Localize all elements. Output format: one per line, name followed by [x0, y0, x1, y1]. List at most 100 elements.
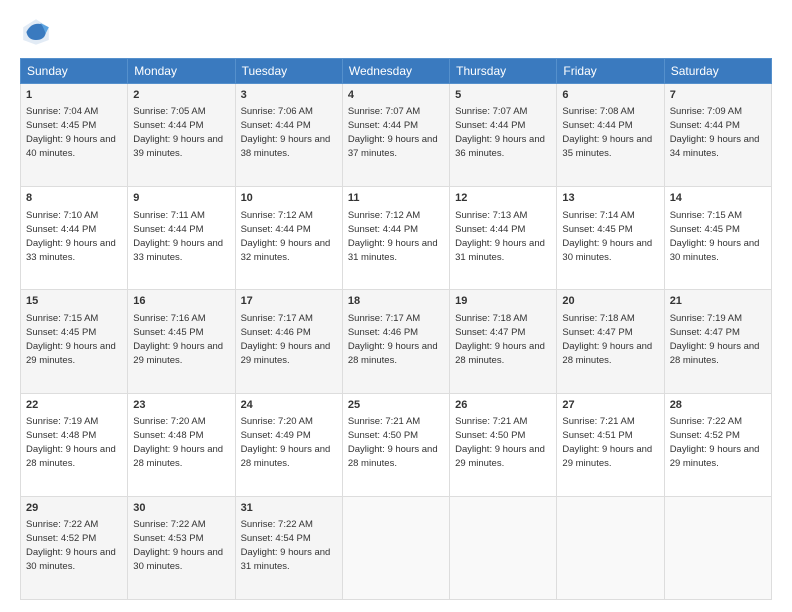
calendar-header-wednesday: Wednesday — [342, 59, 449, 84]
day-info: Sunrise: 7:07 AMSunset: 4:44 PMDaylight:… — [455, 106, 545, 159]
calendar-cell: 30 Sunrise: 7:22 AMSunset: 4:53 PMDaylig… — [128, 496, 235, 599]
day-number: 4 — [348, 88, 444, 103]
day-info: Sunrise: 7:21 AMSunset: 4:50 PMDaylight:… — [348, 416, 438, 469]
day-info: Sunrise: 7:12 AMSunset: 4:44 PMDaylight:… — [241, 210, 331, 263]
day-number: 20 — [562, 294, 658, 309]
calendar-cell — [342, 496, 449, 599]
calendar-cell: 13 Sunrise: 7:14 AMSunset: 4:45 PMDaylig… — [557, 187, 664, 290]
day-number: 15 — [26, 294, 122, 309]
day-number: 1 — [26, 88, 122, 103]
day-info: Sunrise: 7:19 AMSunset: 4:47 PMDaylight:… — [670, 313, 760, 366]
day-info: Sunrise: 7:21 AMSunset: 4:50 PMDaylight:… — [455, 416, 545, 469]
day-info: Sunrise: 7:22 AMSunset: 4:52 PMDaylight:… — [670, 416, 760, 469]
calendar-header-friday: Friday — [557, 59, 664, 84]
day-info: Sunrise: 7:12 AMSunset: 4:44 PMDaylight:… — [348, 210, 438, 263]
day-info: Sunrise: 7:22 AMSunset: 4:54 PMDaylight:… — [241, 519, 331, 572]
day-info: Sunrise: 7:09 AMSunset: 4:44 PMDaylight:… — [670, 106, 760, 159]
header — [20, 16, 772, 48]
day-number: 21 — [670, 294, 766, 309]
calendar-header-row: SundayMondayTuesdayWednesdayThursdayFrid… — [21, 59, 772, 84]
day-info: Sunrise: 7:05 AMSunset: 4:44 PMDaylight:… — [133, 106, 223, 159]
day-number: 14 — [670, 191, 766, 206]
calendar-cell: 6 Sunrise: 7:08 AMSunset: 4:44 PMDayligh… — [557, 84, 664, 187]
calendar-cell — [664, 496, 771, 599]
calendar-cell: 7 Sunrise: 7:09 AMSunset: 4:44 PMDayligh… — [664, 84, 771, 187]
calendar-cell: 27 Sunrise: 7:21 AMSunset: 4:51 PMDaylig… — [557, 393, 664, 496]
day-info: Sunrise: 7:20 AMSunset: 4:48 PMDaylight:… — [133, 416, 223, 469]
page: SundayMondayTuesdayWednesdayThursdayFrid… — [0, 0, 792, 612]
day-info: Sunrise: 7:11 AMSunset: 4:44 PMDaylight:… — [133, 210, 223, 263]
day-number: 8 — [26, 191, 122, 206]
calendar-cell: 3 Sunrise: 7:06 AMSunset: 4:44 PMDayligh… — [235, 84, 342, 187]
day-number: 17 — [241, 294, 337, 309]
day-info: Sunrise: 7:19 AMSunset: 4:48 PMDaylight:… — [26, 416, 116, 469]
day-number: 30 — [133, 501, 229, 516]
day-number: 19 — [455, 294, 551, 309]
calendar-week-row: 15 Sunrise: 7:15 AMSunset: 4:45 PMDaylig… — [21, 290, 772, 393]
calendar-cell: 20 Sunrise: 7:18 AMSunset: 4:47 PMDaylig… — [557, 290, 664, 393]
day-info: Sunrise: 7:16 AMSunset: 4:45 PMDaylight:… — [133, 313, 223, 366]
calendar-cell: 18 Sunrise: 7:17 AMSunset: 4:46 PMDaylig… — [342, 290, 449, 393]
calendar-cell: 9 Sunrise: 7:11 AMSunset: 4:44 PMDayligh… — [128, 187, 235, 290]
calendar-cell: 1 Sunrise: 7:04 AMSunset: 4:45 PMDayligh… — [21, 84, 128, 187]
day-number: 18 — [348, 294, 444, 309]
day-number: 10 — [241, 191, 337, 206]
calendar-cell: 23 Sunrise: 7:20 AMSunset: 4:48 PMDaylig… — [128, 393, 235, 496]
calendar-cell: 31 Sunrise: 7:22 AMSunset: 4:54 PMDaylig… — [235, 496, 342, 599]
day-info: Sunrise: 7:04 AMSunset: 4:45 PMDaylight:… — [26, 106, 116, 159]
day-info: Sunrise: 7:17 AMSunset: 4:46 PMDaylight:… — [241, 313, 331, 366]
calendar-week-row: 8 Sunrise: 7:10 AMSunset: 4:44 PMDayligh… — [21, 187, 772, 290]
calendar-header-tuesday: Tuesday — [235, 59, 342, 84]
day-info: Sunrise: 7:15 AMSunset: 4:45 PMDaylight:… — [26, 313, 116, 366]
day-number: 13 — [562, 191, 658, 206]
day-number: 31 — [241, 501, 337, 516]
calendar-cell: 8 Sunrise: 7:10 AMSunset: 4:44 PMDayligh… — [21, 187, 128, 290]
day-number: 27 — [562, 398, 658, 413]
logo — [20, 16, 56, 48]
day-number: 11 — [348, 191, 444, 206]
day-info: Sunrise: 7:14 AMSunset: 4:45 PMDaylight:… — [562, 210, 652, 263]
calendar-cell — [450, 496, 557, 599]
day-number: 23 — [133, 398, 229, 413]
day-number: 24 — [241, 398, 337, 413]
day-info: Sunrise: 7:21 AMSunset: 4:51 PMDaylight:… — [562, 416, 652, 469]
day-number: 12 — [455, 191, 551, 206]
day-number: 29 — [26, 501, 122, 516]
calendar-cell: 26 Sunrise: 7:21 AMSunset: 4:50 PMDaylig… — [450, 393, 557, 496]
day-info: Sunrise: 7:22 AMSunset: 4:53 PMDaylight:… — [133, 519, 223, 572]
calendar-cell: 4 Sunrise: 7:07 AMSunset: 4:44 PMDayligh… — [342, 84, 449, 187]
calendar-cell: 24 Sunrise: 7:20 AMSunset: 4:49 PMDaylig… — [235, 393, 342, 496]
calendar-cell: 17 Sunrise: 7:17 AMSunset: 4:46 PMDaylig… — [235, 290, 342, 393]
calendar-cell: 15 Sunrise: 7:15 AMSunset: 4:45 PMDaylig… — [21, 290, 128, 393]
day-info: Sunrise: 7:13 AMSunset: 4:44 PMDaylight:… — [455, 210, 545, 263]
day-number: 6 — [562, 88, 658, 103]
calendar-cell: 29 Sunrise: 7:22 AMSunset: 4:52 PMDaylig… — [21, 496, 128, 599]
calendar-cell: 12 Sunrise: 7:13 AMSunset: 4:44 PMDaylig… — [450, 187, 557, 290]
day-info: Sunrise: 7:15 AMSunset: 4:45 PMDaylight:… — [670, 210, 760, 263]
day-info: Sunrise: 7:06 AMSunset: 4:44 PMDaylight:… — [241, 106, 331, 159]
day-number: 9 — [133, 191, 229, 206]
day-number: 3 — [241, 88, 337, 103]
calendar-header-monday: Monday — [128, 59, 235, 84]
day-number: 28 — [670, 398, 766, 413]
day-info: Sunrise: 7:20 AMSunset: 4:49 PMDaylight:… — [241, 416, 331, 469]
day-number: 5 — [455, 88, 551, 103]
day-info: Sunrise: 7:07 AMSunset: 4:44 PMDaylight:… — [348, 106, 438, 159]
day-info: Sunrise: 7:17 AMSunset: 4:46 PMDaylight:… — [348, 313, 438, 366]
calendar-cell — [557, 496, 664, 599]
day-info: Sunrise: 7:18 AMSunset: 4:47 PMDaylight:… — [562, 313, 652, 366]
day-info: Sunrise: 7:22 AMSunset: 4:52 PMDaylight:… — [26, 519, 116, 572]
calendar-cell: 10 Sunrise: 7:12 AMSunset: 4:44 PMDaylig… — [235, 187, 342, 290]
calendar-week-row: 1 Sunrise: 7:04 AMSunset: 4:45 PMDayligh… — [21, 84, 772, 187]
day-number: 7 — [670, 88, 766, 103]
calendar-cell: 25 Sunrise: 7:21 AMSunset: 4:50 PMDaylig… — [342, 393, 449, 496]
calendar-cell: 19 Sunrise: 7:18 AMSunset: 4:47 PMDaylig… — [450, 290, 557, 393]
logo-icon — [20, 16, 52, 48]
calendar-cell: 2 Sunrise: 7:05 AMSunset: 4:44 PMDayligh… — [128, 84, 235, 187]
calendar-header-thursday: Thursday — [450, 59, 557, 84]
calendar-cell: 5 Sunrise: 7:07 AMSunset: 4:44 PMDayligh… — [450, 84, 557, 187]
day-info: Sunrise: 7:10 AMSunset: 4:44 PMDaylight:… — [26, 210, 116, 263]
calendar-header-saturday: Saturday — [664, 59, 771, 84]
day-number: 22 — [26, 398, 122, 413]
calendar-cell: 14 Sunrise: 7:15 AMSunset: 4:45 PMDaylig… — [664, 187, 771, 290]
